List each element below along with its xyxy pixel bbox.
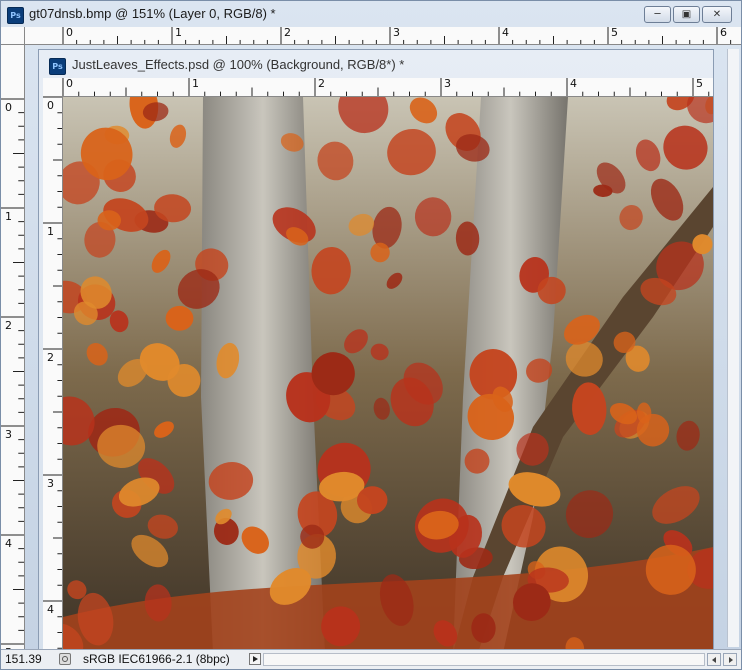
inner-horizontal-ruler-ticks xyxy=(63,78,710,96)
outer-ruler-h-label-5: 5 xyxy=(611,27,618,39)
outer-document-window: Ps gt07dnsb.bmp @ 151% (Layer 0, RGB/8) … xyxy=(0,0,742,670)
outer-title-bar[interactable]: Ps gt07dnsb.bmp @ 151% (Layer 0, RGB/8) … xyxy=(1,1,741,27)
inner-ruler-h-label-3: 3 xyxy=(444,78,451,90)
inner-ruler-h-label-5: 5 xyxy=(696,78,703,90)
photoshop-app-icon: Ps xyxy=(49,58,66,75)
restore-button[interactable]: ▣ xyxy=(673,6,700,23)
autumn-leaves-photo xyxy=(63,97,713,653)
outer-ruler-v-label-2: 2 xyxy=(5,319,12,332)
inner-ruler-v-label-2: 2 xyxy=(47,351,54,364)
outer-ruler-h-label-0: 0 xyxy=(66,27,73,39)
outer-ruler-v-label-4: 4 xyxy=(5,537,12,550)
inner-vertical-ruler-ticks xyxy=(43,97,62,649)
inner-window-title[interactable]: JustLeaves_Effects.psd @ 100% (Backgroun… xyxy=(72,57,404,72)
document-canvas[interactable] xyxy=(63,97,713,653)
close-icon: ✕ xyxy=(712,9,722,20)
outer-ruler-h-label-1: 1 xyxy=(175,27,182,39)
minimize-icon: ─ xyxy=(654,9,661,20)
outer-horizontal-ruler-ticks xyxy=(62,27,732,44)
photoshop-app-icon: Ps xyxy=(7,7,24,24)
outer-window-title: gt07dnsb.bmp @ 151% (Layer 0, RGB/8) * xyxy=(29,6,276,21)
inner-document-window: Ps JustLeaves_Effects.psd @ 100% (Backgr… xyxy=(38,49,714,653)
restore-icon: ▣ xyxy=(681,9,692,20)
status-bar: 151.39 sRGB IEC61966-2.1 (8bpc) xyxy=(1,649,741,669)
inner-ruler-origin[interactable] xyxy=(43,78,63,97)
inner-ruler-h-label-2: 2 xyxy=(318,78,325,90)
vertical-scroll-area[interactable] xyxy=(727,49,739,647)
outer-vertical-ruler-ticks xyxy=(1,98,24,645)
inner-ruler-h-label-1: 1 xyxy=(192,78,199,90)
horizontal-scrollbar[interactable] xyxy=(263,653,705,666)
scroll-left-arrow-icon[interactable] xyxy=(707,653,721,666)
outer-ruler-h-label-3: 3 xyxy=(393,27,400,39)
outer-vertical-ruler[interactable]: 012345 xyxy=(1,45,25,649)
status-menu-arrow-icon[interactable] xyxy=(249,653,261,665)
minimize-button[interactable]: ─ xyxy=(644,6,671,23)
inner-ruler-v-label-1: 1 xyxy=(47,225,54,238)
outer-ruler-h-label-4: 4 xyxy=(502,27,509,39)
outer-ruler-v-label-0: 0 xyxy=(5,101,12,114)
inner-ruler-v-label-0: 0 xyxy=(47,99,54,112)
color-profile-text: sRGB IEC61966-2.1 (8bpc) xyxy=(83,652,230,666)
outer-ruler-h-label-2: 2 xyxy=(284,27,291,39)
inner-ruler-h-label-4: 4 xyxy=(570,78,577,90)
outer-ruler-origin[interactable] xyxy=(1,27,25,45)
inner-horizontal-ruler[interactable]: 0 1 2 3 4 5 xyxy=(63,78,713,97)
inner-ruler-v-label-3: 3 xyxy=(47,477,54,490)
inner-vertical-ruler[interactable]: 0 1 2 3 4 xyxy=(43,97,63,653)
inner-ruler-v-label-4: 4 xyxy=(47,603,54,616)
outer-ruler-v-label-3: 3 xyxy=(5,428,12,441)
zoom-level-field[interactable]: 151.39 xyxy=(5,650,51,668)
outer-ruler-v-label-1: 1 xyxy=(5,210,12,223)
close-button[interactable]: ✕ xyxy=(702,6,732,23)
inner-ruler-h-label-0: 0 xyxy=(66,78,73,90)
outer-ruler-h-label-6: 6 xyxy=(720,27,727,39)
document-info-icon[interactable] xyxy=(59,653,71,665)
outer-horizontal-ruler[interactable]: 0 1 2 3 4 5 6 xyxy=(25,27,741,45)
scroll-right-arrow-icon[interactable] xyxy=(723,653,737,666)
